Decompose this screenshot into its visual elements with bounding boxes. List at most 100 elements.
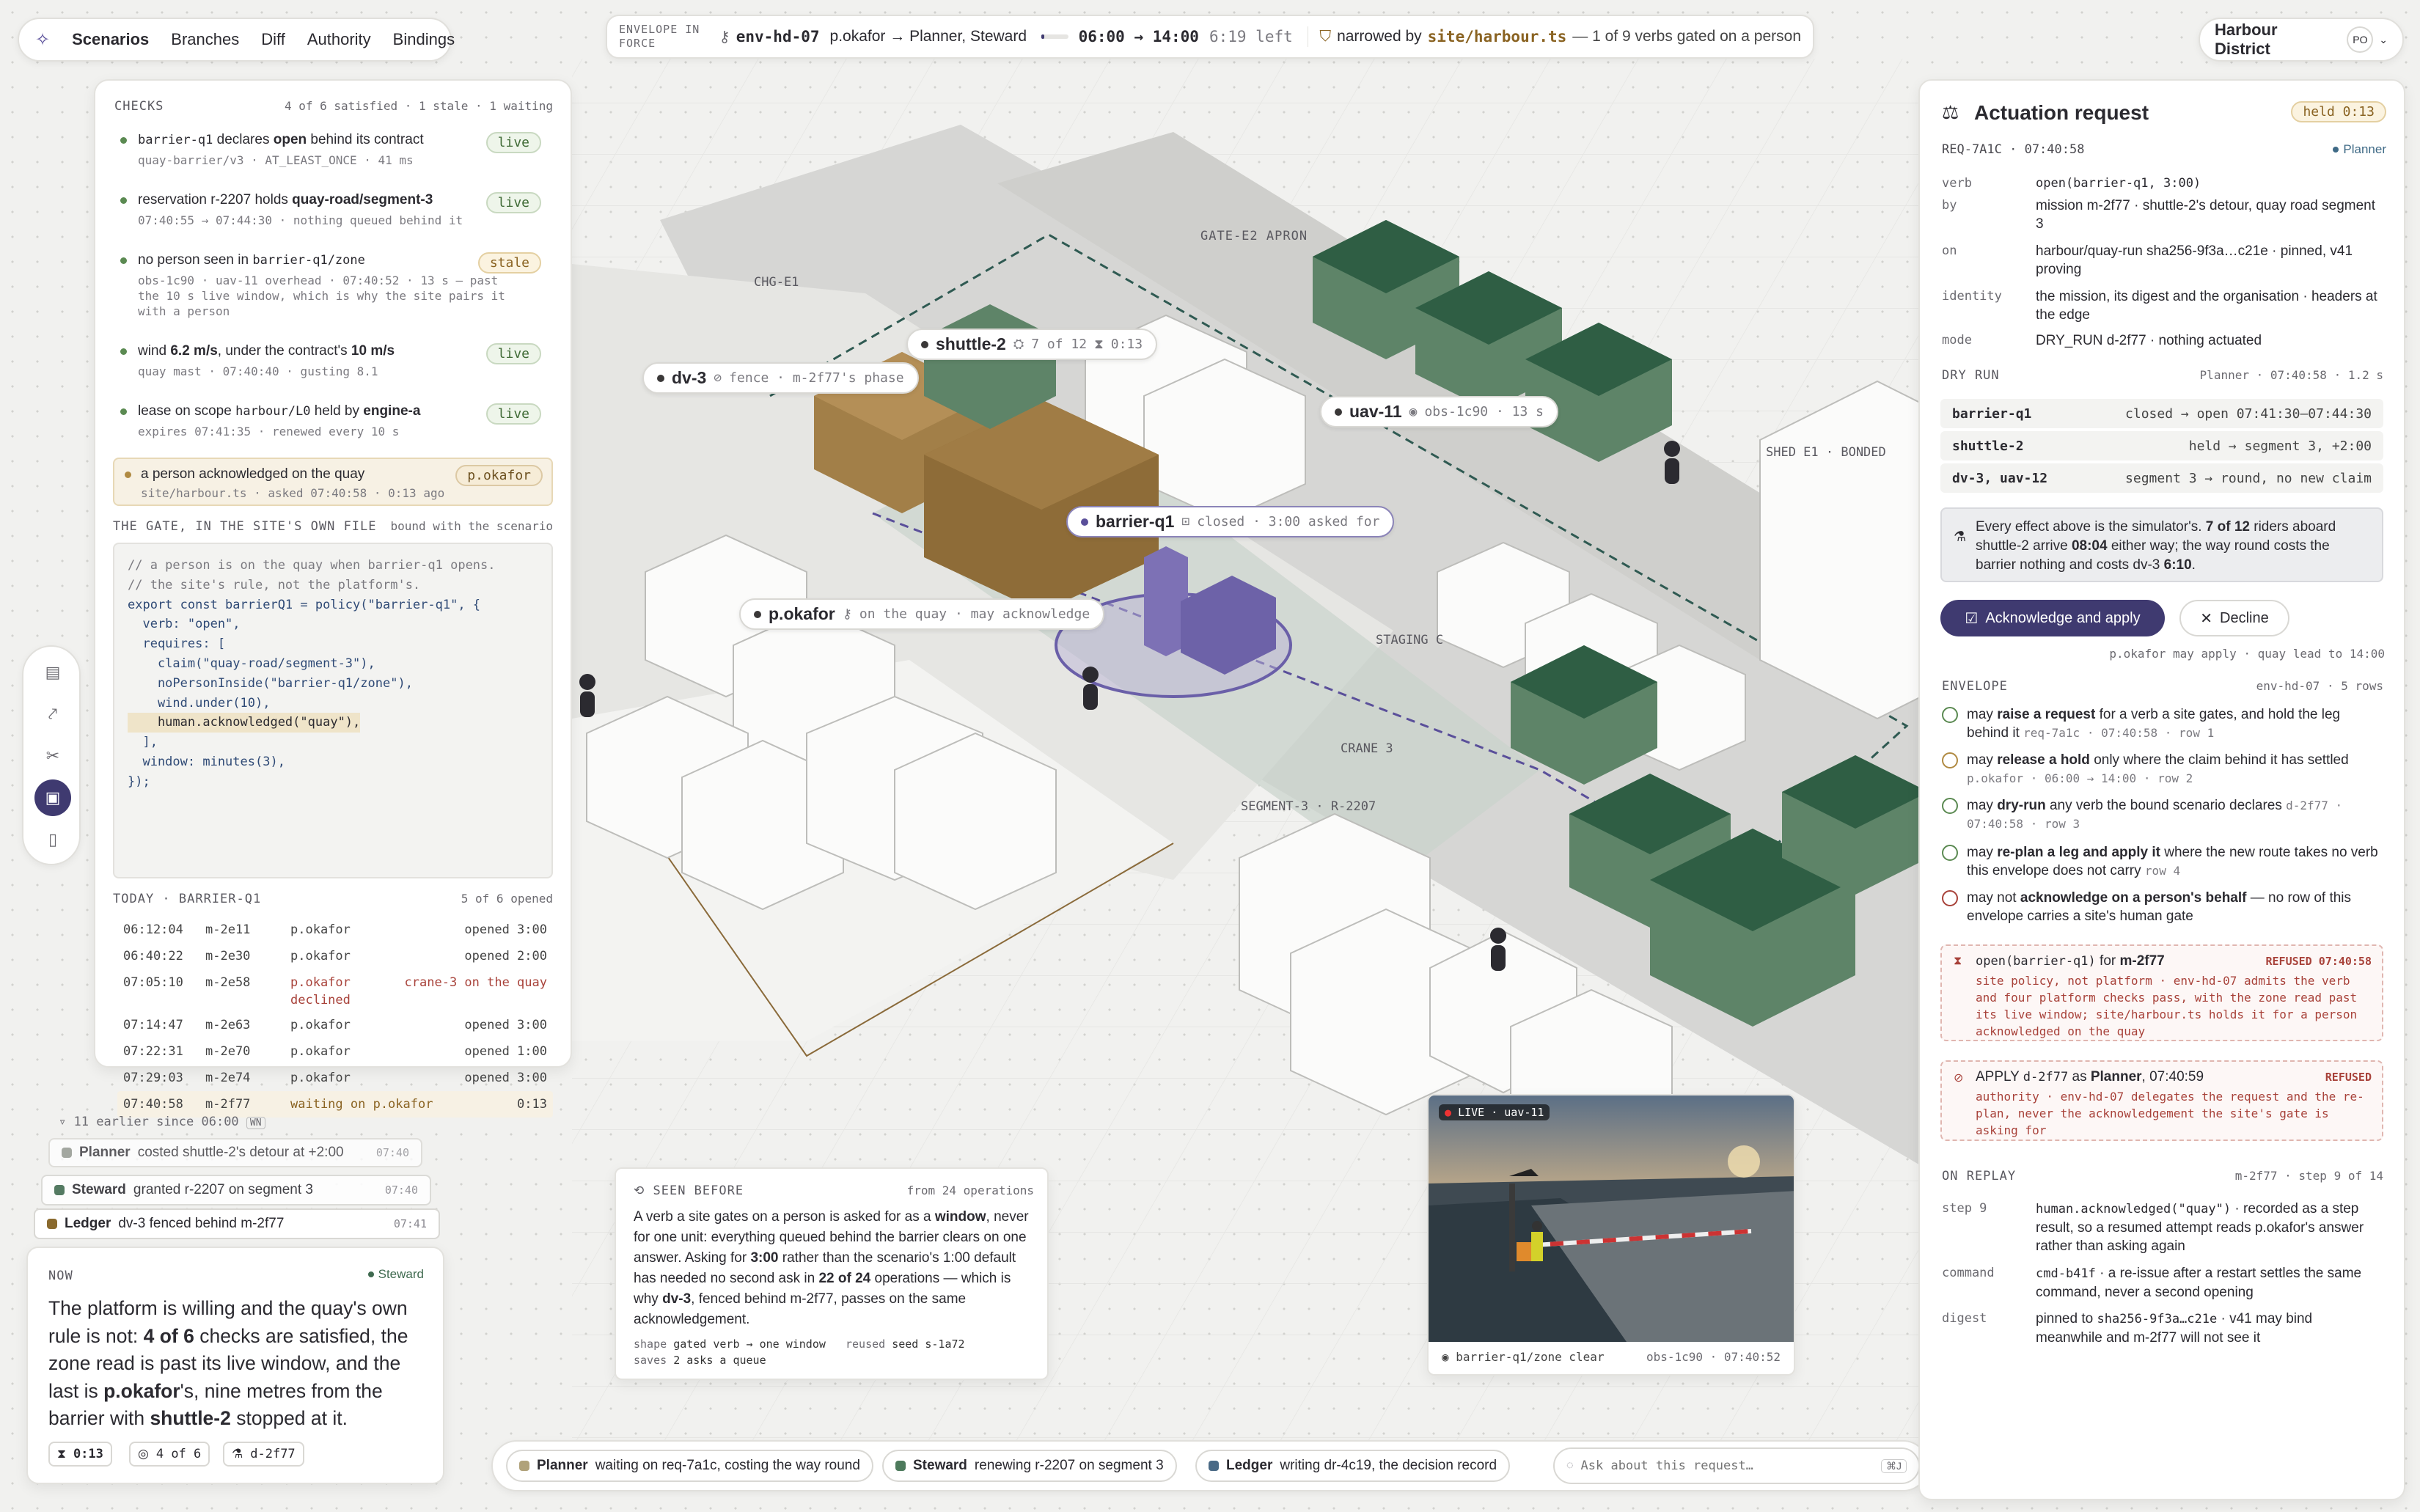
history-ledger[interactable]: Ledger dv-3 fenced behind m-2f77 07:41 (34, 1208, 440, 1239)
replay-command: command cmd-b41f · a re-issue after a res… (1942, 1266, 2362, 1300)
code-line: // the site's rule, not the platform's. (128, 577, 421, 592)
envelope-row[interactable]: may raise a request for a verb a site ga… (1942, 705, 2382, 742)
envelope-label: ENVELOPE IN (619, 23, 700, 36)
status-badge: live (485, 192, 541, 213)
table-cell: p.okafor (290, 1044, 351, 1059)
code-line: claim("quay-road/segment-3"), (128, 656, 375, 671)
envelope-bar[interactable]: ENVELOPE IN FORCE ⚷ env-hd-07 p.okafor → … (606, 15, 1814, 59)
left-rail: ▤ ⤤ ✂ ▣ ▯ (22, 645, 81, 865)
table-row[interactable]: 07:40:58 m-2f77 waiting on p.okafor 0:13 (117, 1091, 553, 1118)
table-cell: m-2e11 (205, 922, 251, 937)
close-icon: ✕ (2200, 610, 2213, 627)
clipboard-icon[interactable]: ▣ (34, 779, 71, 816)
tab-diff[interactable]: Diff (261, 30, 285, 49)
seen-meta: shape gated verb → one window reused see… (634, 1337, 965, 1367)
ask-input[interactable] (1580, 1458, 1874, 1473)
lock-icon: ⊡ (1181, 514, 1190, 529)
check-icon: ☑ (1965, 610, 1979, 627)
table-cell: 07:05:10 (123, 975, 183, 990)
check-contract[interactable]: barrier-q1 declares open behind its cont… (120, 132, 550, 168)
code-line: noPersonInside("barrier-q1/zone"), (128, 675, 413, 691)
table-cell: p.okafor (290, 922, 351, 937)
tab-authority[interactable]: Authority (307, 30, 371, 49)
history-toggle[interactable]: ▿ 11 earlier since 06:00 WN (59, 1115, 265, 1129)
seen-from: from 24 operations (906, 1183, 1034, 1197)
envelope-row[interactable]: may not acknowledge on a person's behalf… (1942, 889, 2382, 925)
refused-apply[interactable]: ⊘ APPLY d-2f77 as Planner, 07:40:59 REFU… (1940, 1060, 2383, 1141)
acknowledge-apply-button[interactable]: ☑ Acknowledge and apply (1940, 600, 2165, 636)
now-title: NOW (48, 1269, 73, 1283)
table-cell: p.okafor (290, 975, 351, 990)
code-line: verb: "open", (128, 617, 241, 632)
dry-title: DRY RUN (1942, 368, 2000, 383)
camera-obs: obs-1c90 · 07:40:52 (1646, 1349, 1781, 1364)
map-icon[interactable]: ▤ (34, 654, 71, 691)
agent-steward[interactable]: Steward renewing r-2207 on segment 3 (882, 1450, 1177, 1482)
table-row[interactable]: 07:05:10 m-2e58 p.okafor crane-3 on the qua… (117, 969, 553, 1012)
tag-barrier-q1[interactable]: barrier-q1 ⊡ closed · 3:00 asked for (1066, 506, 1395, 537)
camera-caption: barrier-q1/zone clear (1456, 1349, 1605, 1364)
table-cell: p.okafor (290, 1071, 351, 1085)
agent-planner[interactable]: Planner waiting on req-7a1c, costing the … (506, 1450, 873, 1482)
code-line: // a person is on the quay when barrier-… (128, 558, 496, 573)
dry-meta: Planner · 07:40:58 · 1.2 s (2199, 368, 2383, 382)
check-reservation[interactable]: reservation r-2207 holds quay-road/segme… (120, 192, 550, 228)
refused-open[interactable]: ⧗ open(barrier-q1) for m-2f77 REFUSED 07… (1940, 944, 2383, 1041)
field-mode: mode DRY_RUN d-2f77 · nothing actuated (1942, 333, 2262, 348)
tag-shuttle-2[interactable]: shuttle-2 ⛭ 7 of 12 ⧗ 0:13 (906, 329, 1158, 360)
decline-button[interactable]: ✕ Decline (2179, 600, 2289, 636)
table-cell: opened 3:00 (464, 922, 547, 937)
tab-bindings[interactable]: Bindings (393, 30, 455, 49)
check-lease[interactable]: lease on scope harbour/L0 held by engine… (120, 403, 550, 439)
dry-row[interactable]: dv-3, uav-12 segment 3 → round, no new cl… (1940, 463, 2383, 493)
hourglass-icon: ⧗ (57, 1447, 66, 1461)
table-row[interactable]: 07:29:03 m-2e74 p.okafor opened 3:00 (117, 1065, 553, 1091)
now-chip-checks[interactable]: ◎ 4 of 6 (129, 1442, 210, 1467)
camera-feed[interactable]: ● LIVE · uav-11 ◉ barrier-q1/zone clear … (1427, 1094, 1795, 1376)
tab-scenarios[interactable]: Scenarios (72, 30, 149, 49)
narrowed-file[interactable]: site/harbour.ts (1428, 28, 1567, 45)
ask-box[interactable]: ◌ ⌘J (1553, 1447, 1920, 1484)
table-cell: 07:22:31 (123, 1044, 183, 1059)
map-label-shed: SHED E1 · BONDED (1766, 445, 1886, 460)
agent-ledger[interactable]: Ledger writing dr-4c19, the decision reco… (1195, 1450, 1511, 1482)
envelope-row[interactable]: may re-plan a leg and apply it where the… (1942, 843, 2382, 880)
request-agent: Planner (2333, 142, 2386, 157)
route-icon[interactable]: ⤤ (34, 696, 71, 733)
now-text: The platform is willing and the quay's o… (48, 1297, 408, 1429)
check-waiting[interactable]: a person acknowledged on the quay site/h… (113, 458, 553, 506)
history-steward[interactable]: Steward granted r-2207 on segment 3 07:40 (41, 1175, 431, 1205)
checks-title: CHECKS (114, 99, 164, 114)
replay-title: ON REPLAY (1942, 1169, 2017, 1183)
ban-icon: ⊘ (1954, 1072, 1964, 1085)
table-row[interactable]: 06:12:04 m-2e11 p.okafor opened 3:00 (117, 917, 553, 943)
org-switcher[interactable]: Harbour District PO ⌄ (2199, 18, 2404, 62)
may-apply: p.okafor may apply · quay lead to 14:00 (2109, 647, 2385, 661)
gate-title: THE GATE, IN THE SITE'S OWN FILE (113, 519, 377, 534)
table-row[interactable]: 06:40:22 m-2e30 p.okafor opened 2:00 (117, 943, 553, 969)
seen-title: ⟲ SEEN BEFORE (634, 1183, 744, 1198)
table-row[interactable]: 07:22:31 m-2e70 p.okafor opened 1:00 (117, 1038, 553, 1065)
envelope-meta: env-hd-07 · 5 rows (2256, 679, 2383, 693)
envelope-label-2: FORCE (619, 37, 656, 50)
scissors-icon[interactable]: ✂ (34, 738, 71, 774)
dry-row[interactable]: shuttle-2 held → segment 3, +2:00 (1940, 431, 2383, 460)
code-line: }); (128, 774, 150, 789)
tag-p-okafor[interactable]: p.okafor ⚷ on the quay · may acknowledge (739, 598, 1105, 630)
check-wind[interactable]: wind 6.2 m/s, under the contract's 10 m/… (120, 343, 550, 379)
history-planner[interactable]: Planner costed shuttle-2's detour at +2:0… (48, 1138, 422, 1167)
dry-row[interactable]: barrier-q1 closed → open 07:41:30–07:44:3… (1940, 399, 2383, 428)
seen-text: A verb a site gates on a person is asked… (634, 1209, 1029, 1327)
tag-uav-11[interactable]: uav-11 ◉ obs-1c90 · 13 s (1320, 396, 1559, 427)
document-icon[interactable]: ▯ (34, 821, 71, 858)
envelope-row[interactable]: may release a hold only where the claim … (1942, 751, 2382, 788)
tag-dv-3[interactable]: dv-3 ⊘ fence · m-2f77's phase (642, 362, 919, 394)
today-title: TODAY · BARRIER-Q1 (113, 892, 262, 906)
tab-branches[interactable]: Branches (171, 30, 239, 49)
envelope-progress (1041, 34, 1068, 39)
table-row[interactable]: 07:14:47 m-2e63 p.okafor opened 3:00 (117, 1012, 553, 1038)
now-chip-dryrun[interactable]: ⚗ d-2f77 (223, 1442, 304, 1467)
now-chip-timer[interactable]: ⧗ 0:13 (48, 1442, 112, 1467)
envelope-row[interactable]: may dry-run any verb the bound scenario … (1942, 796, 2382, 833)
check-zone[interactable]: no person seen in barrier-q1/zone obs-1c… (120, 252, 550, 319)
